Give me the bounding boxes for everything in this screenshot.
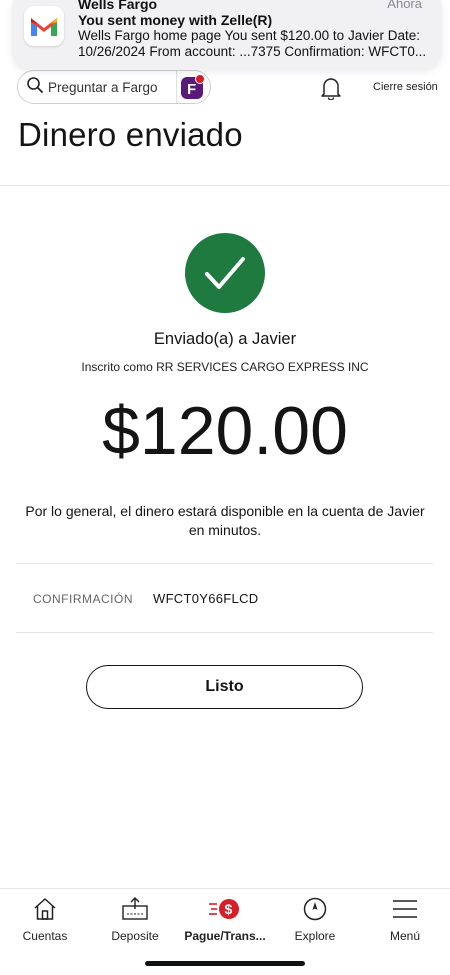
notification-sender: Wells Fargo	[78, 0, 158, 12]
nav-label: Pague/Trans...	[184, 929, 266, 943]
home-indicator[interactable]	[145, 961, 305, 966]
compass-icon	[270, 895, 360, 923]
recipient-text: Enviado(a) a Javier	[153, 330, 297, 348]
search-label: Preguntar a Fargo	[48, 79, 158, 95]
divider	[16, 632, 433, 633]
svg-text:F: F	[187, 81, 196, 98]
svg-text:$: $	[225, 901, 233, 917]
notifications-bell-icon[interactable]	[320, 76, 342, 105]
deposit-icon	[90, 895, 180, 923]
pay-transfer-icon: $	[180, 895, 270, 923]
nav-label: Explore	[294, 929, 336, 943]
amount-sent: $120.00	[102, 393, 348, 469]
home-icon	[0, 895, 90, 923]
confirmation-label: CONFIRMACIÓN	[33, 592, 133, 606]
gmail-icon	[24, 6, 64, 46]
signout-link[interactable]: Cierre sesión	[373, 81, 438, 93]
availability-text: Por lo general, el dinero estará disponi…	[25, 503, 425, 538]
nav-label: Deposite	[111, 929, 159, 943]
nav-label: Menú	[389, 929, 421, 943]
page-title: Dinero enviado	[18, 116, 243, 153]
nav-item-explore[interactable]: Explore	[270, 895, 360, 943]
done-button[interactable]: Listo	[86, 665, 363, 709]
nav-item-accounts[interactable]: Cuentas	[0, 895, 90, 943]
search-icon	[26, 76, 44, 99]
hamburger-icon	[360, 895, 450, 923]
nav-item-pay-transfer[interactable]: $ Pague/Trans...	[180, 895, 270, 943]
divider	[16, 563, 433, 564]
notification-body: Wells Fargo home page You sent $120.00 t…	[78, 28, 427, 59]
email-notification[interactable]: Wells Fargo Ahora You sent money with Ze…	[12, 0, 442, 70]
header-divider	[0, 185, 450, 186]
nav-label: Cuentas	[22, 929, 68, 943]
nav-item-menu[interactable]: Menú	[360, 895, 450, 943]
notification-time: Ahora	[387, 0, 422, 11]
notification-subject: You sent money with Zelle(R)	[78, 12, 273, 28]
nav-item-deposit[interactable]: Deposite	[90, 895, 180, 943]
success-check-icon	[185, 233, 265, 313]
enrolled-name-text: Inscrito como RR SERVICES CARGO EXPRESS …	[81, 360, 369, 374]
fargo-assistant-icon[interactable]: F	[176, 71, 208, 103]
confirmation-number: WFCT0Y66FLCD	[153, 591, 259, 606]
